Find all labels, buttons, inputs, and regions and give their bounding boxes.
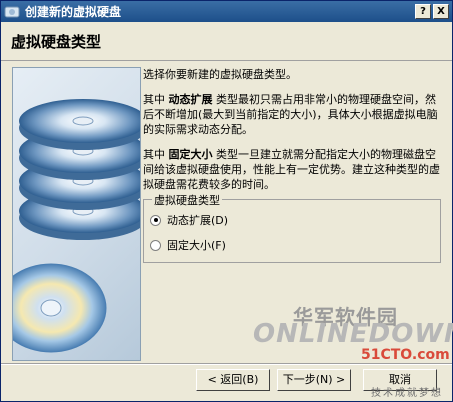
help-button[interactable]: ? (415, 4, 431, 19)
back-button[interactable]: < 返回(B) (196, 369, 270, 391)
next-button[interactable]: 下一步(N) > (277, 369, 351, 391)
window-title: 创建新的虚拟硬盘 (25, 5, 122, 19)
fixed-prefix: 其中 (143, 148, 165, 161)
wizard-image (12, 67, 141, 361)
disk-type-group: 虚拟硬盘类型 动态扩展(D) 固定大小(F) (143, 192, 441, 263)
radio-fixed-label[interactable]: 固定大小(F) (167, 237, 226, 253)
radio-fixed[interactable]: 固定大小(F) (150, 237, 226, 253)
radio-dynamic-label[interactable]: 动态扩展(D) (167, 212, 228, 228)
watermark-logo: ONLINEDOWN (253, 319, 453, 349)
disk-stack-icon (13, 99, 140, 353)
dynamic-description: 其中 动态扩展 类型最初只需占用非常小的物理硬盘空间，然后不断增加(最大到当前指… (143, 92, 443, 137)
dynamic-prefix: 其中 (143, 93, 165, 106)
description: 选择你要新建的虚拟硬盘类型。 其中 动态扩展 类型最初只需占用非常小的物理硬盘空… (143, 67, 443, 192)
dialog-window: 创建新的虚拟硬盘 ? X 虚拟硬盘类型 选择你要新建的虚拟硬盘类型。 其中 动态… (0, 0, 453, 402)
title-bar: 创建新的虚拟硬盘 ? X (1, 1, 452, 22)
divider (1, 363, 452, 365)
dynamic-keyword: 动态扩展 (168, 93, 213, 106)
watermark-site: 51CTO.com (361, 347, 450, 363)
radio-dynamic[interactable]: 动态扩展(D) (150, 212, 228, 228)
page-title: 虚拟硬盘类型 (11, 33, 102, 51)
close-button[interactable]: X (433, 4, 449, 19)
fixed-keyword: 固定大小 (168, 148, 213, 161)
group-title: 虚拟硬盘类型 (152, 192, 222, 208)
wizard-header: 虚拟硬盘类型 (1, 22, 452, 61)
intro-text: 选择你要新建的虚拟硬盘类型。 (143, 68, 297, 81)
radio-fixed-indicator[interactable] (150, 239, 161, 251)
cd-disc-icon (13, 263, 107, 353)
watermark-slogan: 技术成就梦想 (371, 388, 443, 399)
radio-dynamic-indicator[interactable] (150, 214, 161, 226)
app-icon (4, 4, 20, 20)
fixed-description: 其中 固定大小 类型一旦建立就需分配指定大小的物理磁盘空间给该虚拟硬盘使用，性能… (143, 147, 443, 192)
